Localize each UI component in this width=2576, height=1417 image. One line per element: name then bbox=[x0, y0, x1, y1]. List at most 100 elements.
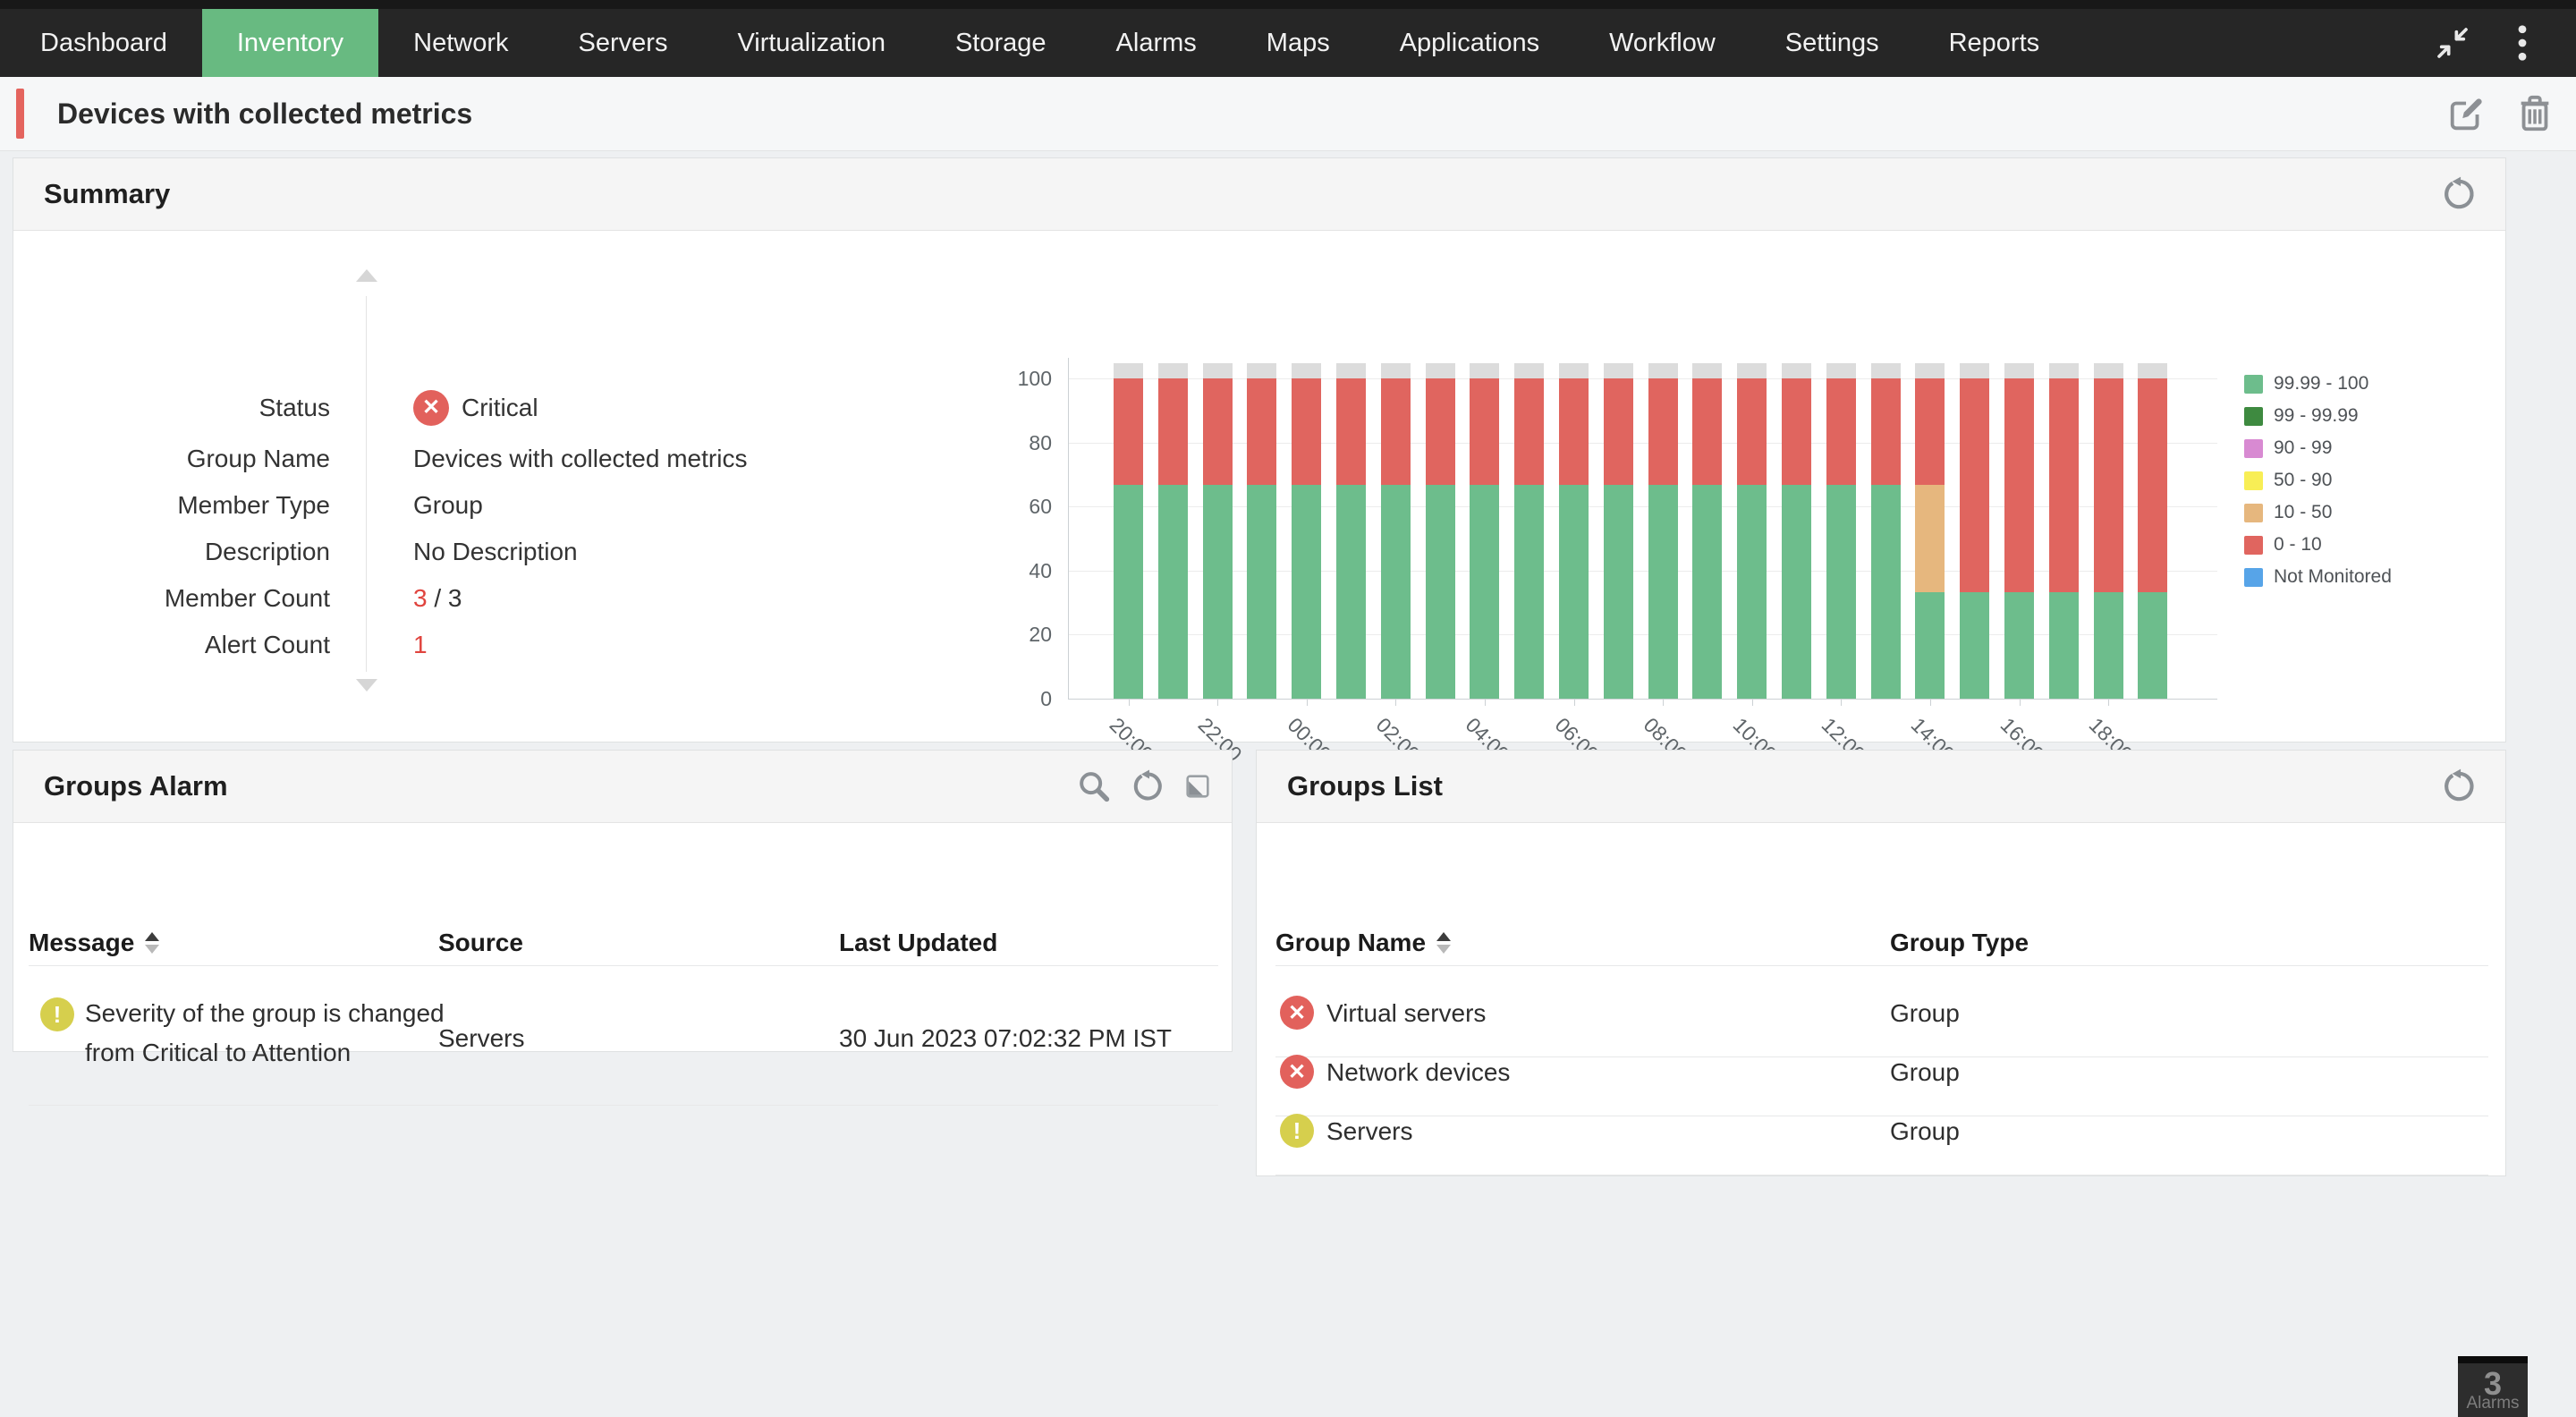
column-header-group-name[interactable]: Group Name bbox=[1275, 921, 1451, 965]
table-row[interactable]: !Severity of the group is changed from C… bbox=[13, 983, 1232, 1108]
chart-bar-cap bbox=[2094, 363, 2123, 378]
chart-bar[interactable] bbox=[2049, 363, 2079, 699]
nav-item-applications[interactable]: Applications bbox=[1365, 9, 1574, 77]
legend-item[interactable]: 99.99 - 100 bbox=[2244, 373, 2368, 395]
table-row[interactable]: ✕Virtual serversGroup bbox=[1257, 983, 2505, 1042]
group-name[interactable]: Virtual servers bbox=[1326, 992, 1486, 1035]
chart-bar[interactable] bbox=[1692, 363, 1722, 699]
chart-bar-cap bbox=[1381, 363, 1411, 378]
x-axis-tick bbox=[1841, 699, 1842, 706]
chart-bar[interactable] bbox=[1470, 363, 1499, 699]
chart-bar-segment bbox=[1692, 378, 1722, 485]
chart-bar-segment bbox=[1648, 378, 1678, 485]
refresh-icon[interactable] bbox=[2439, 767, 2479, 806]
refresh-icon[interactable] bbox=[1128, 767, 1167, 806]
chart-bar[interactable] bbox=[1871, 363, 1901, 699]
refresh-icon[interactable] bbox=[2439, 174, 2479, 214]
legend-swatch bbox=[2244, 407, 2263, 426]
chart-bar[interactable] bbox=[1737, 363, 1767, 699]
chart-bar-segment bbox=[1292, 485, 1321, 699]
chart-bar[interactable] bbox=[2094, 363, 2123, 699]
edit-icon[interactable] bbox=[2445, 92, 2488, 135]
table-row[interactable]: !ServersGroup bbox=[1257, 1101, 2505, 1160]
alarm-last-updated: 30 Jun 2023 07:02:32 PM IST bbox=[839, 1019, 1172, 1058]
chart-bar[interactable] bbox=[1960, 363, 1989, 699]
nav-item-storage[interactable]: Storage bbox=[920, 9, 1081, 77]
attention-circle-exclamation-icon: ! bbox=[40, 997, 74, 1031]
legend-label: Not Monitored bbox=[2274, 566, 2392, 588]
chart-bar[interactable] bbox=[1292, 363, 1321, 699]
kebab-menu-icon[interactable] bbox=[2503, 23, 2542, 63]
sort-arrows-icon[interactable] bbox=[145, 932, 159, 954]
summary-field-value: Devices with collected metrics bbox=[413, 436, 747, 482]
attention-circle-exclamation-icon: ! bbox=[1280, 1114, 1314, 1148]
x-axis-tick bbox=[1217, 699, 1218, 706]
legend-item[interactable]: Not Monitored bbox=[2244, 566, 2392, 588]
table-row-divider bbox=[29, 1105, 1218, 1106]
group-name[interactable]: Servers bbox=[1326, 1110, 1412, 1153]
chart-bar[interactable] bbox=[1782, 363, 1811, 699]
nav-item-inventory[interactable]: Inventory bbox=[202, 9, 378, 77]
summary-field-label: Description bbox=[26, 529, 330, 575]
chart-bar-cap bbox=[1782, 363, 1811, 378]
top-nav: DashboardInventoryNetworkServersVirtuali… bbox=[0, 9, 2576, 77]
chart-bar[interactable] bbox=[2004, 363, 2034, 699]
summary-field-label: Group Name bbox=[26, 436, 330, 482]
delete-icon[interactable] bbox=[2513, 92, 2556, 135]
chart-bar[interactable] bbox=[1381, 363, 1411, 699]
table-row[interactable]: ✕ Network devices Group bbox=[1257, 1042, 2505, 1101]
legend-item[interactable]: 90 - 99 bbox=[2244, 437, 2332, 459]
chart-bar[interactable] bbox=[1514, 363, 1544, 699]
nav-item-servers[interactable]: Servers bbox=[544, 9, 703, 77]
count-value: 3 / 3 bbox=[413, 575, 462, 622]
summary-field-text: Group bbox=[413, 482, 483, 529]
chart-bar-segment bbox=[1915, 592, 1945, 699]
nav-item-virtualization[interactable]: Virtualization bbox=[702, 9, 920, 77]
summary-field-value: No Description bbox=[413, 529, 578, 575]
summary-field-row: Description No Description bbox=[26, 529, 1010, 575]
chart-bar[interactable] bbox=[2138, 363, 2167, 699]
alarms-badge[interactable]: 3 Alarms bbox=[2458, 1356, 2528, 1417]
chart-bar-segment bbox=[1247, 485, 1276, 699]
chart-bar[interactable] bbox=[1426, 363, 1455, 699]
chart-bar[interactable] bbox=[1247, 363, 1276, 699]
chart-bar[interactable] bbox=[1648, 363, 1678, 699]
collapse-icon[interactable] bbox=[2433, 23, 2472, 63]
nav-item-workflow[interactable]: Workflow bbox=[1574, 9, 1750, 77]
legend-item[interactable]: 99 - 99.99 bbox=[2244, 405, 2359, 427]
legend-swatch bbox=[2244, 439, 2263, 458]
nav-item-reports[interactable]: Reports bbox=[1914, 9, 2075, 77]
nav-item-network[interactable]: Network bbox=[378, 9, 543, 77]
legend-swatch bbox=[2244, 375, 2263, 394]
carousel-down-arrow-icon[interactable] bbox=[356, 679, 377, 692]
sort-arrows-icon[interactable] bbox=[1436, 932, 1451, 954]
nav-item-alarms[interactable]: Alarms bbox=[1081, 9, 1232, 77]
legend-item[interactable]: 50 - 90 bbox=[2244, 470, 2332, 491]
carousel-up-arrow-icon[interactable] bbox=[356, 269, 377, 282]
chart-bar-segment bbox=[1648, 485, 1678, 699]
legend-item[interactable]: 0 - 10 bbox=[2244, 534, 2322, 556]
chart-bar[interactable] bbox=[1114, 363, 1143, 699]
legend-item[interactable]: 10 - 50 bbox=[2244, 502, 2332, 523]
group-name[interactable]: Network devices bbox=[1326, 1051, 1510, 1094]
split-view-icon[interactable] bbox=[1178, 767, 1217, 806]
chart-bar[interactable] bbox=[1158, 363, 1188, 699]
chart-bar[interactable] bbox=[1604, 363, 1633, 699]
nav-item-dashboard[interactable]: Dashboard bbox=[5, 9, 202, 77]
nav-item-settings[interactable]: Settings bbox=[1750, 9, 1914, 77]
nav-item-maps[interactable]: Maps bbox=[1232, 9, 1365, 77]
nav-items: DashboardInventoryNetworkServersVirtuali… bbox=[0, 9, 2074, 77]
chart-bar[interactable] bbox=[1336, 363, 1366, 699]
chart-bar[interactable] bbox=[1826, 363, 1856, 699]
critical-circle-x-icon: ✕ bbox=[1280, 1055, 1314, 1089]
group-type: Group bbox=[1890, 992, 1960, 1035]
chart-bar[interactable] bbox=[1915, 363, 1945, 699]
group-type: Group bbox=[1890, 1051, 1960, 1094]
chart-bar[interactable] bbox=[1203, 363, 1233, 699]
column-header-message[interactable]: Message bbox=[29, 921, 159, 965]
chart-bar-cap bbox=[1114, 363, 1143, 378]
search-icon[interactable] bbox=[1074, 767, 1114, 806]
page-actions bbox=[2445, 77, 2576, 150]
chart-bar-segment bbox=[1381, 485, 1411, 699]
chart-bar[interactable] bbox=[1559, 363, 1589, 699]
